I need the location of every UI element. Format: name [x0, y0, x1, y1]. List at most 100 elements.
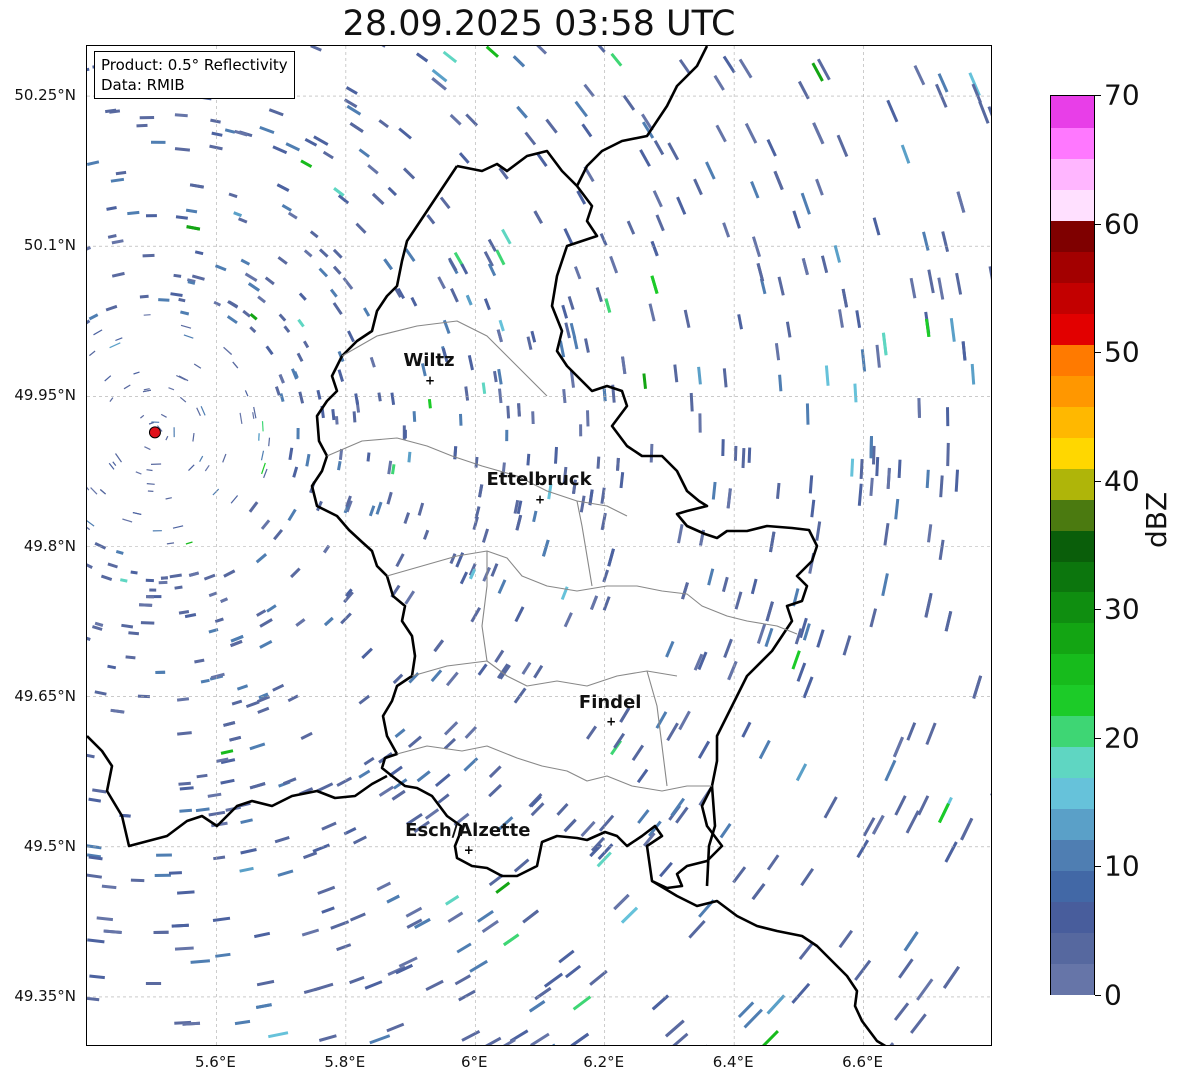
canton-line	[576, 500, 593, 587]
radar-map[interactable]: + + + +	[86, 45, 992, 1046]
echo-gate	[530, 1032, 550, 1045]
echo-gate	[309, 230, 319, 239]
echo-gate	[751, 883, 766, 901]
echo-gate	[272, 145, 288, 155]
echo-gate	[513, 858, 530, 873]
echo-gate	[639, 149, 651, 167]
echo-gate	[203, 573, 216, 581]
echo-gate	[332, 248, 343, 259]
echo-gate	[349, 122, 364, 133]
echo-gate	[622, 94, 636, 111]
echo-gate	[496, 329, 503, 343]
echo-gate	[179, 786, 194, 791]
echo-gate	[94, 541, 107, 550]
echo-gate	[655, 214, 665, 232]
echo-gate	[733, 445, 738, 461]
echo-gate	[127, 210, 140, 216]
echo-gate	[268, 437, 271, 447]
echo-gate	[554, 446, 558, 464]
echo-gate	[689, 392, 694, 412]
echo-gate	[228, 192, 238, 199]
echo-gate	[94, 621, 104, 627]
echo-gate	[823, 796, 838, 819]
echo-gate	[514, 606, 525, 623]
echo-gate	[87, 67, 90, 72]
echo-gate	[239, 866, 254, 873]
echo-gate	[391, 789, 406, 801]
echo-gate	[570, 1032, 590, 1045]
echo-gate	[176, 697, 190, 702]
echo-gate	[361, 647, 373, 660]
echo-gate	[268, 108, 284, 117]
echo-gate	[87, 520, 95, 527]
echo-gate	[855, 310, 862, 328]
echo-gate	[586, 410, 590, 427]
colorbar-segment	[1051, 932, 1094, 965]
colorbar-tick-label: 50	[1104, 335, 1140, 369]
echo-gate	[678, 710, 691, 731]
echo-gate	[178, 297, 186, 303]
echo-gate	[944, 841, 958, 863]
echo-gate	[506, 405, 511, 419]
echo-gate	[180, 324, 192, 329]
echo-gate	[100, 574, 113, 582]
echo-gate	[223, 346, 233, 355]
echo-gate	[378, 785, 395, 797]
echo-gate	[815, 521, 822, 541]
echo-gate	[437, 793, 450, 804]
lat-tick-label: 49.35°N	[14, 986, 76, 1005]
echo-gate	[355, 222, 367, 234]
echo-gate	[483, 251, 494, 267]
echo-gate	[665, 1019, 685, 1038]
echo-gate	[707, 568, 715, 586]
echo-gate	[445, 671, 459, 687]
echo-gate	[801, 258, 809, 276]
echo-gate	[190, 959, 211, 964]
echo-gate	[96, 916, 114, 922]
echo-gate	[987, 106, 991, 117]
echo-gate	[562, 388, 567, 404]
echo-gate	[180, 310, 190, 316]
echo-gate	[620, 906, 639, 924]
echo-gate	[174, 147, 191, 152]
echo-gate	[305, 453, 311, 467]
echo-gate	[240, 258, 251, 266]
echo-gate	[727, 660, 738, 681]
echo-gate	[898, 958, 914, 979]
echo-gate	[533, 210, 543, 224]
echo-gate	[672, 1032, 689, 1045]
echo-gate	[978, 100, 990, 124]
colorbar-segment	[1051, 622, 1094, 655]
echo-gate	[416, 770, 431, 783]
echo-gate	[255, 1003, 272, 1009]
echo-gate	[91, 625, 103, 631]
echo-gate	[563, 228, 574, 246]
echo-gate	[460, 263, 469, 275]
echo-gate	[87, 563, 93, 569]
echo-gate	[92, 788, 107, 794]
echo-gate	[875, 344, 881, 368]
echo-gate	[405, 906, 423, 918]
echo-gate	[558, 949, 575, 964]
lat-tick-label: 49.8°N	[23, 536, 76, 555]
colorbar-segment	[1051, 777, 1094, 810]
echo-gate	[676, 196, 687, 215]
echo-gate	[236, 684, 249, 691]
city-marker: +	[606, 715, 616, 729]
echo-gate	[631, 744, 645, 762]
echo-gate	[458, 152, 470, 164]
echo-gate	[87, 753, 95, 759]
echo-gate	[394, 728, 406, 738]
echo-gate	[513, 687, 527, 704]
echo-gate	[459, 413, 463, 426]
echo-gate	[404, 590, 416, 605]
echo-gate	[422, 529, 430, 540]
echo-gate	[872, 217, 881, 236]
echo-gate	[838, 929, 854, 949]
echo-gate	[552, 1043, 556, 1045]
echo-gate	[572, 995, 592, 1011]
echo-gate	[905, 810, 920, 834]
echo-gate	[109, 342, 121, 349]
echo-gate	[841, 288, 849, 308]
echo-gate	[214, 617, 224, 624]
